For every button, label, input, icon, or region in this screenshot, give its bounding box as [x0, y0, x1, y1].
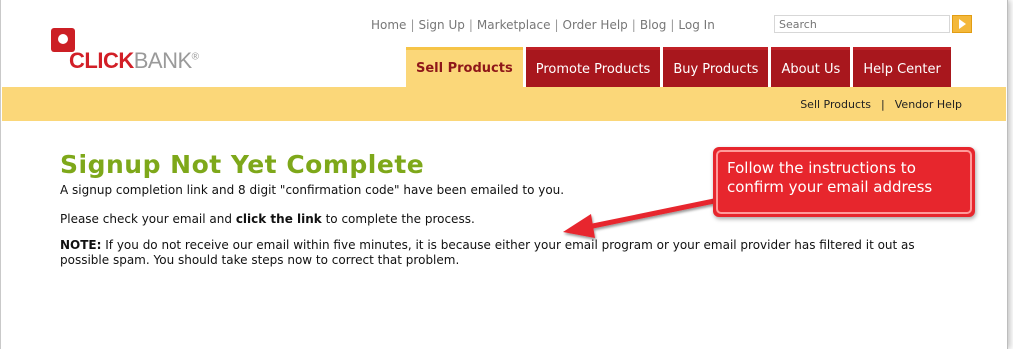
callout-arrow-icon: [563, 198, 721, 238]
logo-text: CLICKBANK®: [69, 48, 199, 73]
callout-line-1: Follow the instructions to: [727, 159, 916, 177]
main-nav-tabs: Sell Products Promote Products Buy Produ…: [406, 47, 954, 87]
toplink-blog[interactable]: Blog: [640, 18, 667, 32]
subnav-vendor-help[interactable]: Vendor Help: [895, 98, 962, 111]
tab-buy-products[interactable]: Buy Products: [663, 47, 769, 87]
instruction-callout: Follow the instructions to confirm your …: [713, 147, 975, 217]
toplink-signup[interactable]: Sign Up: [418, 18, 464, 32]
top-links: Home | Sign Up | Marketplace | Order Help | Blog…: [371, 18, 715, 32]
search-input[interactable]: [774, 15, 950, 33]
subnav-sell-products[interactable]: Sell Products: [800, 98, 871, 111]
toplink-login[interactable]: Log In: [678, 18, 714, 32]
tab-help-center[interactable]: Help Center: [853, 47, 951, 87]
tab-promote-products[interactable]: Promote Products: [525, 47, 661, 87]
tab-about-us[interactable]: About Us: [771, 47, 851, 87]
callout-line-2: confirm your email address: [727, 178, 933, 196]
browser-frame: CLICKBANK® Home | Sign Up | Marketplace | Orde…: [0, 0, 1008, 349]
toplink-home[interactable]: Home: [371, 18, 406, 32]
search-box: [774, 15, 974, 35]
spam-note: NOTE: If you do not receive our email wi…: [60, 238, 915, 267]
tab-sell-products[interactable]: Sell Products: [406, 47, 523, 87]
sub-nav-bar: Sell Products | Vendor Help: [2, 87, 1006, 121]
toplink-marketplace[interactable]: Marketplace: [477, 18, 551, 32]
toplink-order-help[interactable]: Order Help: [563, 18, 628, 32]
search-go-icon[interactable]: [952, 15, 972, 33]
sub-nav-links: Sell Products | Vendor Help: [800, 98, 962, 111]
